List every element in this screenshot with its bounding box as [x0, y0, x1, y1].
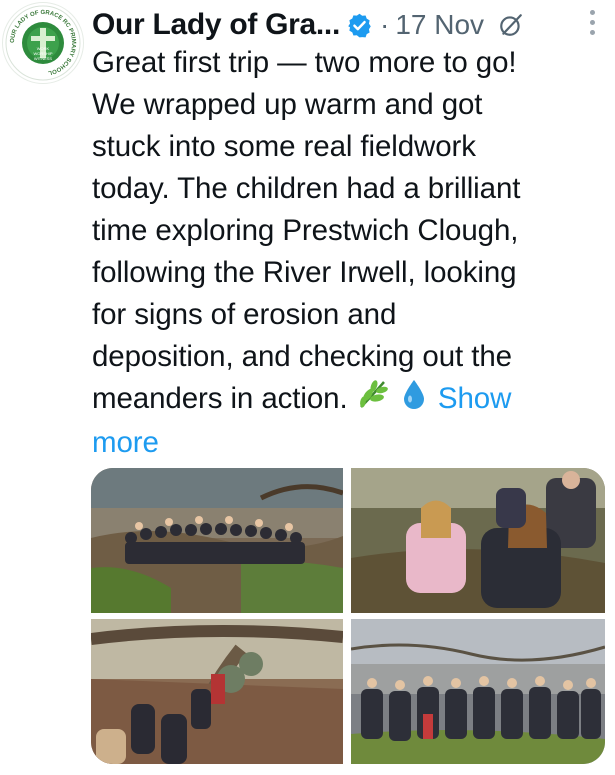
- tweet-last-line: meanders in action. 🌿 💧 Show: [92, 378, 602, 422]
- photo-group-by-river[interactable]: [91, 468, 343, 613]
- tweet-text-line: time exploring Prestwich Clough,: [92, 214, 519, 247]
- photo-children-exploring[interactable]: [351, 468, 605, 613]
- droplet-emoji: 💧: [402, 378, 426, 422]
- school-avatar[interactable]: OUR LADY OF GRACE RC PRIMARY SCHOOL WORK…: [2, 2, 84, 84]
- school-logo-icon: OUR LADY OF GRACE RC PRIMARY SCHOOL WORK…: [5, 5, 81, 81]
- media-grid: [91, 468, 605, 764]
- droplet-icon: [403, 380, 424, 410]
- show-more-link-cont[interactable]: more: [92, 422, 602, 464]
- tweet-header: Our Lady of Gra... · 17 Nov: [92, 4, 609, 46]
- show-more-link[interactable]: Show: [438, 382, 512, 415]
- tweet-text-line: deposition, and checking out the: [92, 340, 512, 373]
- photo-woodland-path[interactable]: [91, 619, 343, 764]
- tweet-text-line: We wrapped up warm and got: [92, 88, 483, 121]
- tweet-text-line: following the River Irwell, looking: [92, 256, 517, 289]
- herb-icon: [359, 380, 388, 409]
- svg-text:WITNESS: WITNESS: [34, 56, 53, 61]
- tweet-text: Great first trip — two more to go! We wr…: [92, 42, 602, 464]
- tweet-text-line: meanders in action.: [92, 382, 348, 415]
- photo-group-by-water[interactable]: [351, 619, 605, 764]
- more-options-icon[interactable]: [589, 10, 597, 40]
- grok-icon[interactable]: [498, 12, 524, 38]
- herb-emoji: 🌿: [356, 378, 390, 422]
- tweet-date[interactable]: 17 Nov: [395, 9, 484, 41]
- tweet-text-line: Great first trip — two more to go!: [92, 46, 517, 79]
- verified-badge-icon: [348, 13, 371, 37]
- header-separator: ·: [379, 9, 390, 40]
- tweet-text-line: for signs of erosion and: [92, 298, 397, 331]
- author-name[interactable]: Our Lady of Gra...: [92, 8, 340, 42]
- tweet-text-line: today. The children had a brilliant: [92, 172, 521, 205]
- tweet-text-line: stuck into some real fieldwork: [92, 130, 476, 163]
